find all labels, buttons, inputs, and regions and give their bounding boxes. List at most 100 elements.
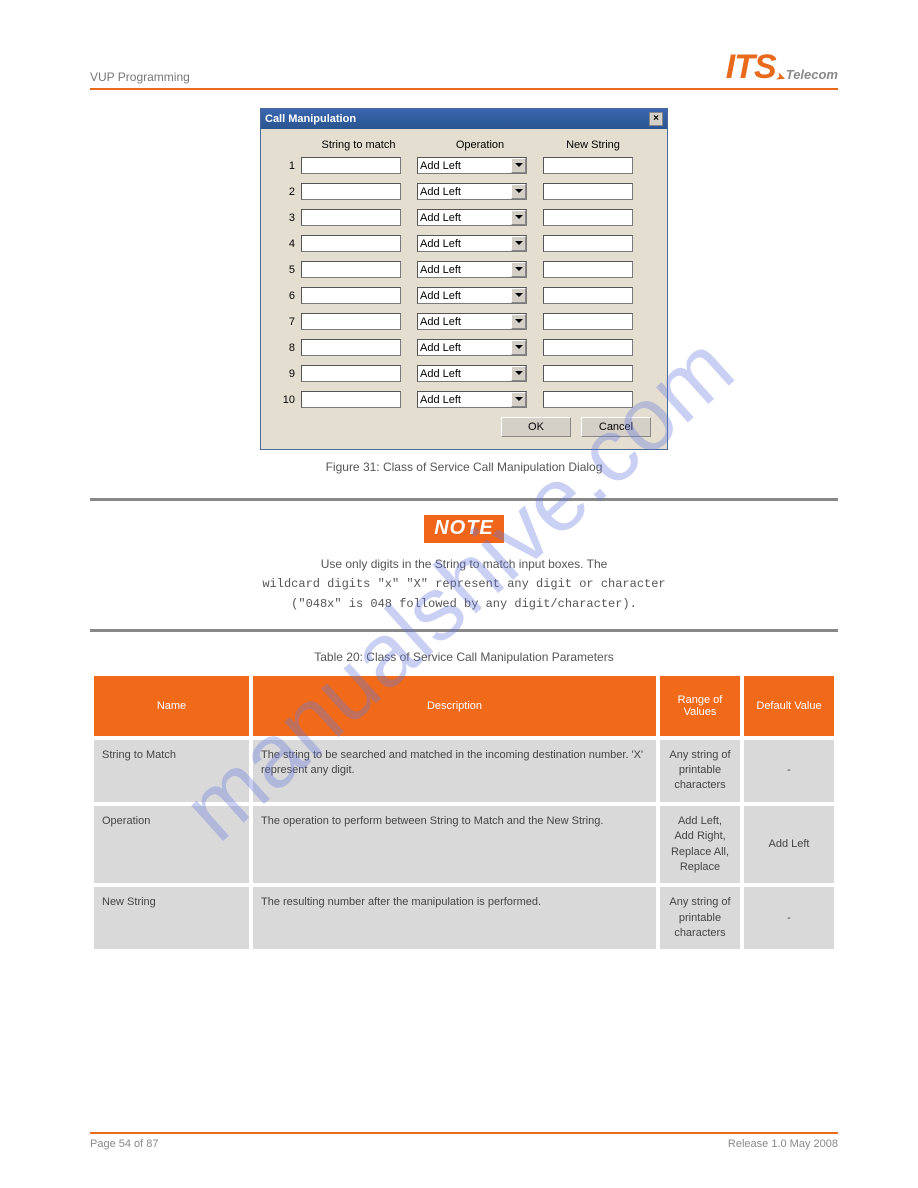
row-number: 8 — [277, 342, 301, 354]
row-number: 6 — [277, 290, 301, 302]
note-badge: NOTE — [424, 515, 504, 543]
note-line: ("048x" is 048 followed by any digit/cha… — [291, 597, 637, 611]
dialog-row: 5 — [277, 261, 651, 278]
th-desc: Description — [253, 676, 656, 736]
note-line: wildcard digits "x" "X" represent any di… — [262, 577, 665, 591]
string-to-match-input[interactable] — [301, 183, 401, 200]
new-string-input[interactable] — [543, 287, 633, 304]
dialog-row: 6 — [277, 287, 651, 304]
string-to-match-input[interactable] — [301, 235, 401, 252]
row-number: 2 — [277, 186, 301, 198]
page-footer: Page 54 of 87 Release 1.0 May 2008 — [90, 1132, 838, 1150]
string-to-match-input[interactable] — [301, 365, 401, 382]
chevron-down-icon[interactable] — [511, 340, 526, 355]
col-header-operation: Operation — [416, 139, 544, 151]
new-string-input[interactable] — [543, 157, 633, 174]
cell-range: Any string of printable characters — [660, 740, 740, 802]
dialog-row: 10 — [277, 391, 651, 408]
operation-select[interactable] — [417, 287, 527, 304]
cell-desc: The string to be searched and matched in… — [253, 740, 656, 802]
cell-desc: The operation to perform between String … — [253, 806, 656, 884]
chevron-down-icon[interactable] — [511, 158, 526, 173]
cell-desc: The resulting number after the manipulat… — [253, 887, 656, 949]
th-default: Default Value — [744, 676, 834, 736]
new-string-input[interactable] — [543, 365, 633, 382]
operation-select[interactable] — [417, 235, 527, 252]
cell-default: - — [744, 887, 834, 949]
row-number: 3 — [277, 212, 301, 224]
chevron-down-icon[interactable] — [511, 262, 526, 277]
string-to-match-input[interactable] — [301, 209, 401, 226]
dialog-row: 1 — [277, 157, 651, 174]
dialog-row: 4 — [277, 235, 651, 252]
chevron-down-icon[interactable] — [511, 288, 526, 303]
dialog-body: String to match Operation New String 1 2 3… — [261, 129, 667, 449]
operation-select[interactable] — [417, 313, 527, 330]
dialog-row: 9 — [277, 365, 651, 382]
divider — [90, 629, 838, 632]
new-string-input[interactable] — [543, 339, 633, 356]
close-icon[interactable]: × — [649, 112, 663, 126]
row-number: 10 — [277, 394, 301, 406]
string-to-match-input[interactable] — [301, 287, 401, 304]
chevron-down-icon[interactable] — [511, 236, 526, 251]
table-caption: Table 20: Class of Service Call Manipula… — [90, 650, 838, 664]
brand-logo: ITS ➤Telecom — [726, 50, 838, 84]
dialog-row: 7 — [277, 313, 651, 330]
page-header: VUP Programming ITS ➤Telecom — [90, 50, 838, 90]
footer-release: Release 1.0 May 2008 — [728, 1138, 838, 1150]
cell-range: Add Left, Add Right, Replace All, Replac… — [660, 806, 740, 884]
cell-default: - — [744, 740, 834, 802]
operation-select[interactable] — [417, 183, 527, 200]
cell-name: Operation — [94, 806, 249, 884]
logo-telecom-text: Telecom — [786, 67, 838, 82]
logo-its-text: ITS — [726, 50, 776, 84]
chevron-down-icon[interactable] — [511, 392, 526, 407]
operation-select[interactable] — [417, 209, 527, 226]
string-to-match-input[interactable] — [301, 391, 401, 408]
cell-name: New String — [94, 887, 249, 949]
dialog-row: 2 — [277, 183, 651, 200]
new-string-input[interactable] — [543, 313, 633, 330]
call-manipulation-dialog: Call Manipulation × String to match Oper… — [260, 108, 668, 450]
operation-select[interactable] — [417, 261, 527, 278]
logo-telecom-wrap: ➤Telecom — [776, 69, 838, 84]
dialog-titlebar: Call Manipulation × — [261, 109, 667, 129]
row-number: 9 — [277, 368, 301, 380]
note-line: Use only digits in the String to match i… — [321, 557, 608, 571]
dialog-row: 3 — [277, 209, 651, 226]
footer-page: Page 54 of 87 — [90, 1138, 159, 1150]
string-to-match-input[interactable] — [301, 157, 401, 174]
string-to-match-input[interactable] — [301, 313, 401, 330]
header-section-title: VUP Programming — [90, 70, 190, 84]
string-to-match-input[interactable] — [301, 261, 401, 278]
operation-select[interactable] — [417, 339, 527, 356]
chevron-down-icon[interactable] — [511, 366, 526, 381]
figure-caption: Figure 31: Class of Service Call Manipul… — [90, 460, 838, 474]
new-string-input[interactable] — [543, 261, 633, 278]
chevron-down-icon[interactable] — [511, 184, 526, 199]
table-row: New StringThe resulting number after the… — [94, 887, 834, 949]
new-string-input[interactable] — [543, 209, 633, 226]
operation-select[interactable] — [417, 365, 527, 382]
row-number: 1 — [277, 160, 301, 172]
cancel-button[interactable]: Cancel — [581, 417, 651, 437]
new-string-input[interactable] — [543, 235, 633, 252]
th-name: Name — [94, 676, 249, 736]
cell-default: Add Left — [744, 806, 834, 884]
operation-select[interactable] — [417, 391, 527, 408]
table-row: OperationThe operation to perform betwee… — [94, 806, 834, 884]
operation-select[interactable] — [417, 157, 527, 174]
chevron-down-icon[interactable] — [511, 210, 526, 225]
parameters-table: Name Description Range of Values Default… — [90, 672, 838, 954]
col-header-newstring: New String — [544, 139, 642, 151]
dialog-row: 8 — [277, 339, 651, 356]
new-string-input[interactable] — [543, 183, 633, 200]
note-text: Use only digits in the String to match i… — [90, 555, 838, 615]
string-to-match-input[interactable] — [301, 339, 401, 356]
chevron-down-icon[interactable] — [511, 314, 526, 329]
ok-button[interactable]: OK — [501, 417, 571, 437]
new-string-input[interactable] — [543, 391, 633, 408]
th-range: Range of Values — [660, 676, 740, 736]
dialog-column-headers: String to match Operation New String — [277, 139, 651, 151]
